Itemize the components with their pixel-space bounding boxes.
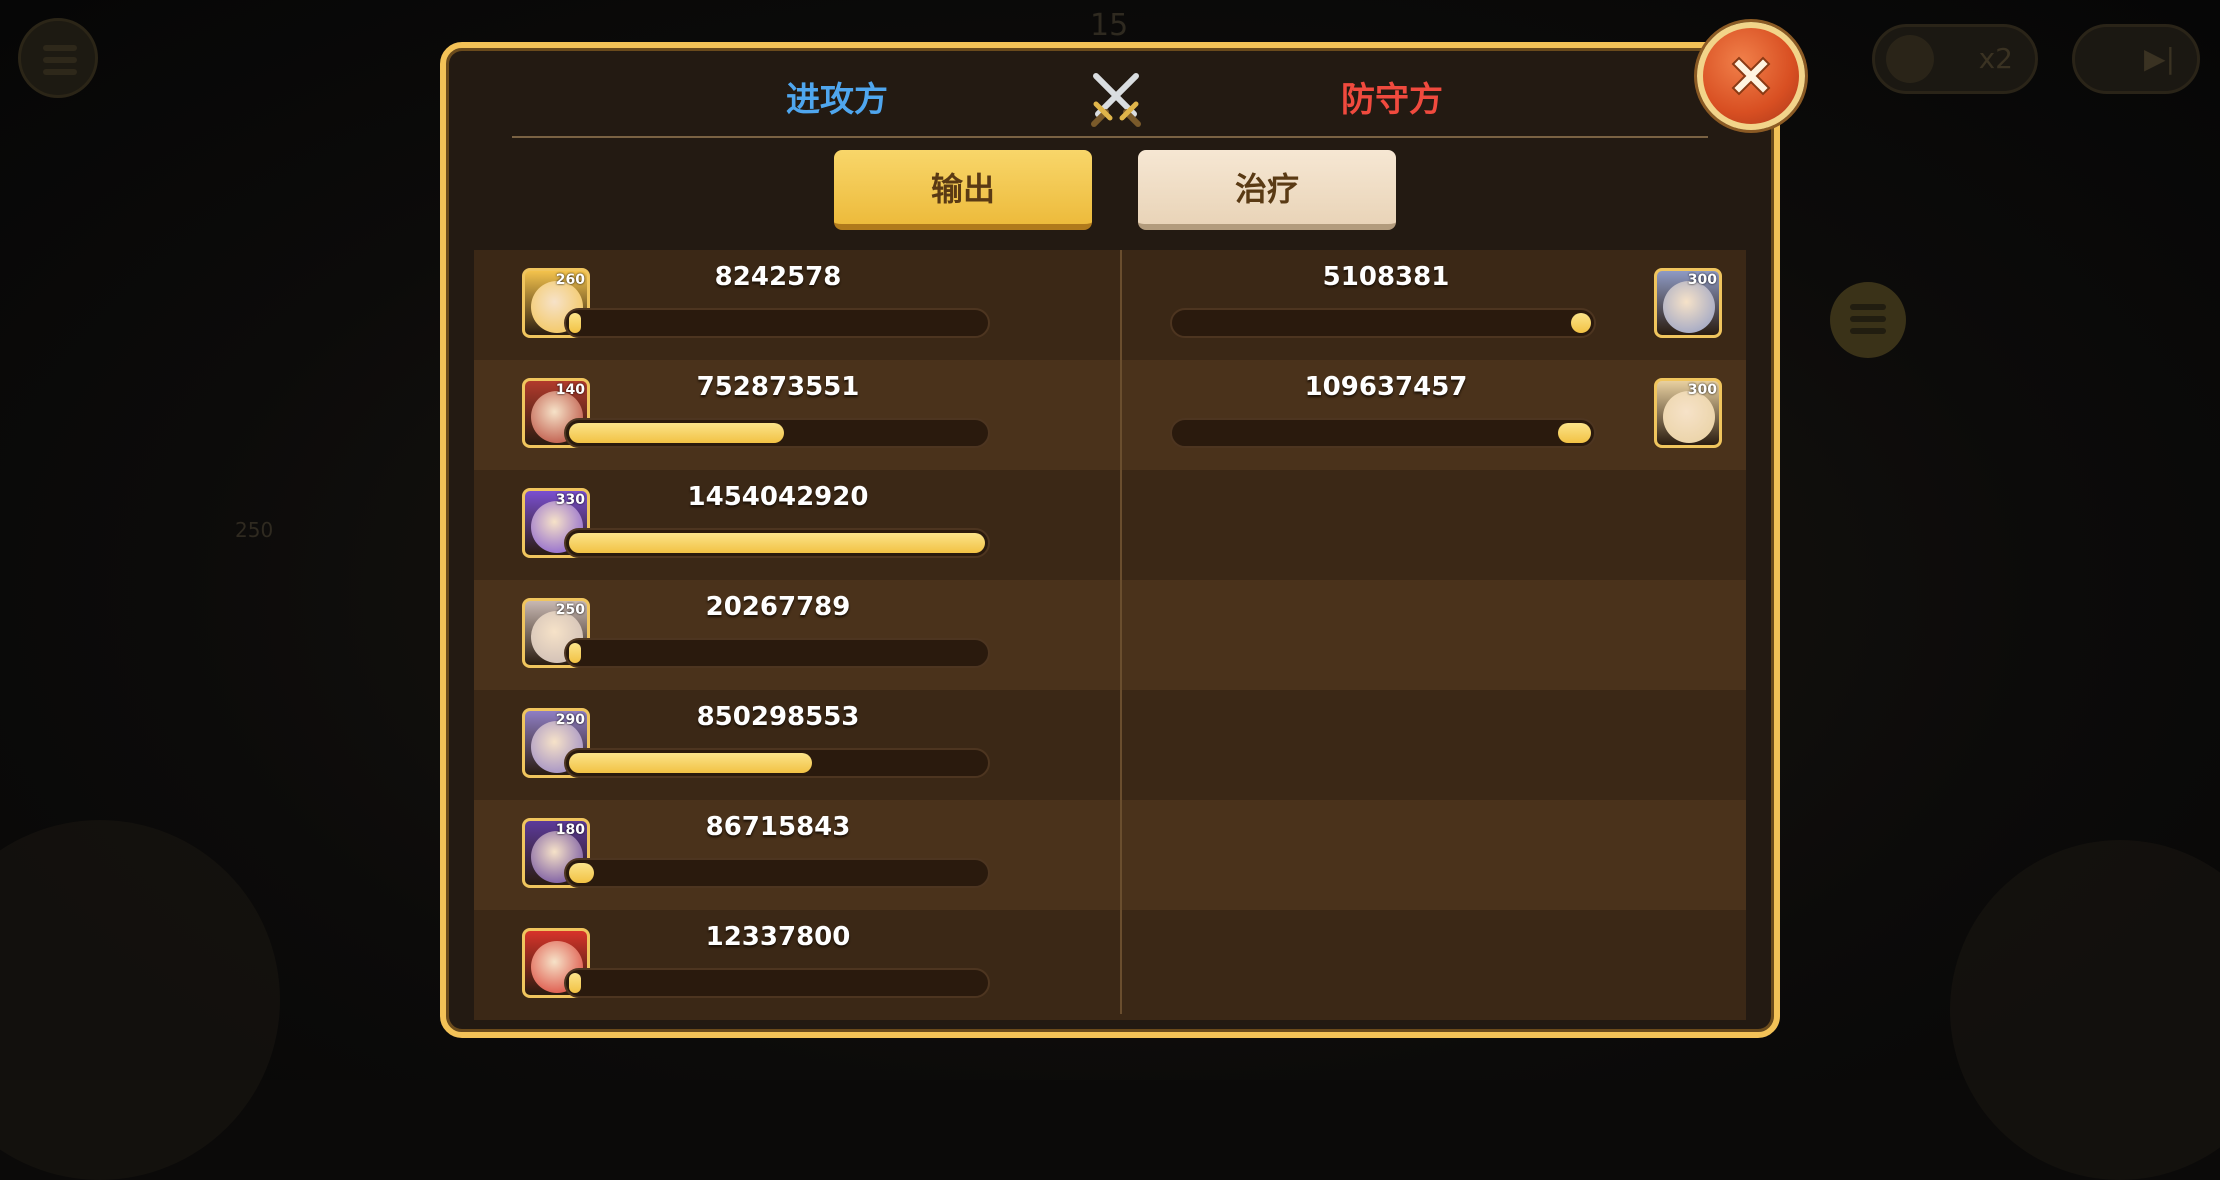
defender-entry: 300 109637457 <box>1124 360 1764 470</box>
table-row: 290 850298553 <box>474 690 1746 800</box>
stat-progress-bar <box>564 638 990 668</box>
stat-progress-fill <box>1571 313 1591 333</box>
tab-healing[interactable]: 治疗 <box>1138 150 1396 230</box>
attacker-title: 进攻方 <box>786 80 888 120</box>
stat-progress-bar <box>564 968 990 998</box>
attacker-entry: 260 8242578 <box>474 250 1114 360</box>
stat-value: 752873551 <box>696 372 860 402</box>
defender-entry: 300 5108381 <box>1124 250 1764 360</box>
stat-value: 86715843 <box>705 812 851 842</box>
hero-face-icon <box>1663 281 1715 333</box>
attacker-entry: 180 86715843 <box>474 800 1114 910</box>
attacker-entry: 330 1454042920 <box>474 470 1114 580</box>
stat-value: 8242578 <box>714 262 842 292</box>
stat-progress-bar <box>564 418 990 448</box>
stat-progress-fill <box>569 753 813 773</box>
stat-value: 1454042920 <box>687 482 869 512</box>
stat-value: 12337800 <box>705 922 851 952</box>
attacker-entry: 12337800 <box>474 910 1114 1020</box>
header-divider <box>512 136 1708 138</box>
stat-progress-fill <box>569 533 985 553</box>
table-row: 180 86715843 <box>474 800 1746 910</box>
stat-progress-fill <box>569 643 581 663</box>
crossed-swords-icon <box>1091 73 1141 127</box>
stat-progress-fill <box>569 313 581 333</box>
stat-progress-bar <box>564 528 990 558</box>
skip-button[interactable]: ▶| <box>2072 24 2200 94</box>
list-icon <box>1830 282 1906 334</box>
hero-portrait[interactable]: 300 <box>1654 378 1722 448</box>
attacker-entry: 250 20267789 <box>474 580 1114 690</box>
stat-value: 5108381 <box>1322 262 1450 292</box>
table-row: 250 20267789 <box>474 580 1746 690</box>
attacker-entry: 290 850298553 <box>474 690 1114 800</box>
table-row: 12337800 <box>474 910 1746 1020</box>
table-row: 330 1454042920 <box>474 470 1746 580</box>
close-x-icon <box>1731 56 1771 96</box>
background-number: 250 <box>235 518 274 542</box>
stat-progress-fill <box>569 863 594 883</box>
hero-level: 300 <box>1687 382 1717 398</box>
stat-progress-fill <box>569 973 581 993</box>
stat-progress-bar <box>564 858 990 888</box>
dialog-header: 进攻方 防守方 <box>446 48 1774 138</box>
battle-stats-dialog: 进攻方 防守方 输出 治疗 12337800 180 86715843 290 8502… <box>440 42 1780 1038</box>
list-button[interactable] <box>1830 282 1906 358</box>
table-row: 140 752873551 300 109637457 <box>474 360 1746 470</box>
hero-face-icon <box>1663 391 1715 443</box>
column-divider <box>1120 250 1122 1014</box>
stat-progress-bar <box>1170 308 1596 338</box>
wave-number: 15 <box>1090 8 1129 43</box>
stat-value: 20267789 <box>705 592 851 622</box>
stat-value: 109637457 <box>1304 372 1468 402</box>
hero-level: 300 <box>1687 272 1717 288</box>
attacker-entry: 140 752873551 <box>474 360 1114 470</box>
menu-icon <box>43 45 77 75</box>
menu-button[interactable] <box>18 18 98 98</box>
table-row: 260 8242578 300 5108381 <box>474 250 1746 360</box>
stat-progress-fill <box>569 423 785 443</box>
defender-title: 防守方 <box>1341 80 1443 120</box>
stat-progress-bar <box>564 308 990 338</box>
stat-progress-fill <box>1557 423 1591 443</box>
lightning-icon <box>1886 35 1934 83</box>
hero-portrait[interactable]: 300 <box>1654 268 1722 338</box>
tab-damage-output[interactable]: 输出 <box>834 150 1092 230</box>
close-button[interactable] <box>1697 22 1805 130</box>
stat-progress-bar <box>564 748 990 778</box>
speed-button[interactable]: x2 <box>1872 24 2038 94</box>
stats-table: 12337800 180 86715843 290 850298553 250 202677… <box>474 250 1746 1020</box>
skip-icon: ▶| <box>2144 42 2175 75</box>
stat-progress-bar <box>1170 418 1596 448</box>
stat-value: 850298553 <box>696 702 860 732</box>
